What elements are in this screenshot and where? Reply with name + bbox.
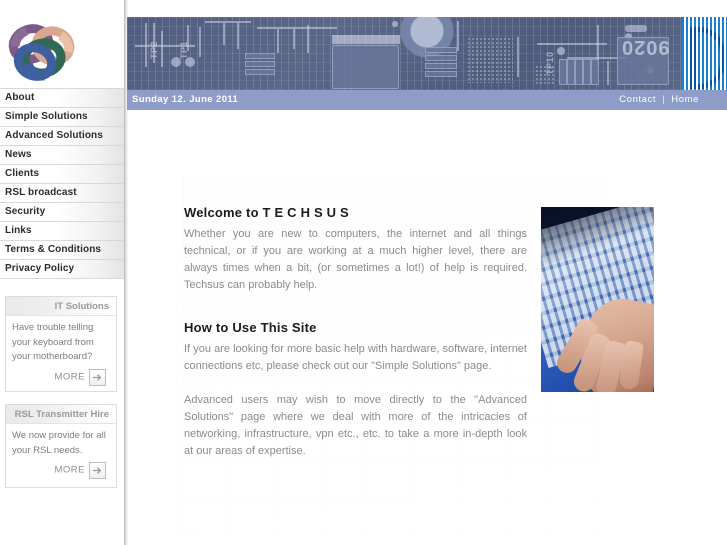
nav-label: Links (5, 225, 32, 236)
sidebar: About Simple Solutions Advanced Solution… (0, 0, 124, 545)
pcb-chip-code: 9020 (621, 36, 670, 58)
page-root: About Simple Solutions Advanced Solution… (0, 0, 727, 545)
widget-rsl-transmitter-hire: RSL Transmitter Hire We now provide for … (5, 404, 117, 488)
page-title: Welcome to T E C H S U S (184, 205, 349, 220)
sidebar-item-advanced-solutions[interactable]: Advanced Solutions (0, 127, 124, 146)
main-navigation: About Simple Solutions Advanced Solution… (0, 88, 124, 279)
sidebar-item-rsl-broadcast[interactable]: RSL broadcast (0, 184, 124, 203)
sidebar-item-simple-solutions[interactable]: Simple Solutions (0, 108, 124, 127)
more-row[interactable]: MORE (12, 462, 110, 479)
sidebar-item-privacy-policy[interactable]: Privacy Policy (0, 260, 124, 279)
nav-label: Clients (5, 168, 40, 179)
welcome-paragraph: Whether you are new to computers, the in… (184, 228, 527, 291)
pcb-label-tp2: TP2 (149, 40, 159, 59)
nav-label: Simple Solutions (5, 111, 88, 122)
hero-image-keyboard (541, 207, 654, 392)
widget-it-solutions: IT Solutions Have trouble telling your k… (5, 296, 117, 392)
contact-link[interactable]: Contact (619, 94, 656, 105)
circuit-board-image: TP2 TP1 TP10 9020 (127, 17, 682, 90)
nav-label: Security (5, 206, 46, 217)
main-content: Welcome to T E C H S U S Whether you are… (128, 110, 727, 545)
sidebar-item-terms-conditions[interactable]: Terms & Conditions (0, 241, 124, 260)
nav-label: RSL broadcast (5, 187, 77, 198)
nav-label: News (5, 149, 32, 160)
how-to-paragraph-2: Advanced users may wish to move directly… (184, 394, 527, 457)
link-separator: | (662, 94, 666, 105)
nav-label: About (5, 92, 35, 103)
pcb-label-tp1: TP1 (179, 40, 189, 59)
widget-text: Have trouble telling your keyboard from … (12, 322, 94, 362)
widget-body: Have trouble telling your keyboard from … (6, 316, 116, 390)
sidebar-item-news[interactable]: News (0, 146, 124, 165)
arrow-right-icon[interactable] (89, 462, 106, 479)
sidebar-item-about[interactable]: About (0, 88, 124, 108)
nav-label: Privacy Policy (5, 263, 75, 274)
nav-label: Terms & Conditions (5, 244, 102, 255)
date-and-links-bar: Sunday 12. June 2011 Contact | Home (127, 90, 727, 110)
widget-body: We now provide for all your RSL needs. M… (6, 424, 116, 483)
top-links: Contact | Home (619, 90, 699, 110)
interlocking-rings-logo-icon (8, 24, 75, 81)
header-banner: TP2 TP1 TP10 9020 (127, 17, 727, 90)
how-to-paragraph-1: If you are looking for more basic help w… (184, 343, 527, 372)
pcb-label-tp10: TP10 (545, 51, 555, 75)
current-date: Sunday 12. June 2011 (132, 94, 239, 105)
widget-title: RSL Transmitter Hire (6, 405, 116, 424)
stripe-mask (682, 17, 727, 90)
logo[interactable] (0, 0, 124, 88)
more-label: MORE (54, 370, 85, 382)
more-row[interactable]: MORE (12, 368, 110, 386)
home-link[interactable]: Home (671, 94, 699, 105)
sidebar-item-clients[interactable]: Clients (0, 165, 124, 184)
how-to-use-title: How to Use This Site (184, 320, 317, 335)
widget-text: We now provide for all your RSL needs. (12, 430, 106, 456)
sidebar-item-security[interactable]: Security (0, 203, 124, 222)
sidebar-item-links[interactable]: Links (0, 222, 124, 241)
arrow-right-icon[interactable] (89, 368, 106, 386)
nav-label: Advanced Solutions (5, 130, 103, 141)
more-label: MORE (54, 464, 85, 476)
content-text-column: Welcome to T E C H S U S Whether you are… (184, 205, 527, 460)
widget-title: IT Solutions (6, 297, 116, 316)
